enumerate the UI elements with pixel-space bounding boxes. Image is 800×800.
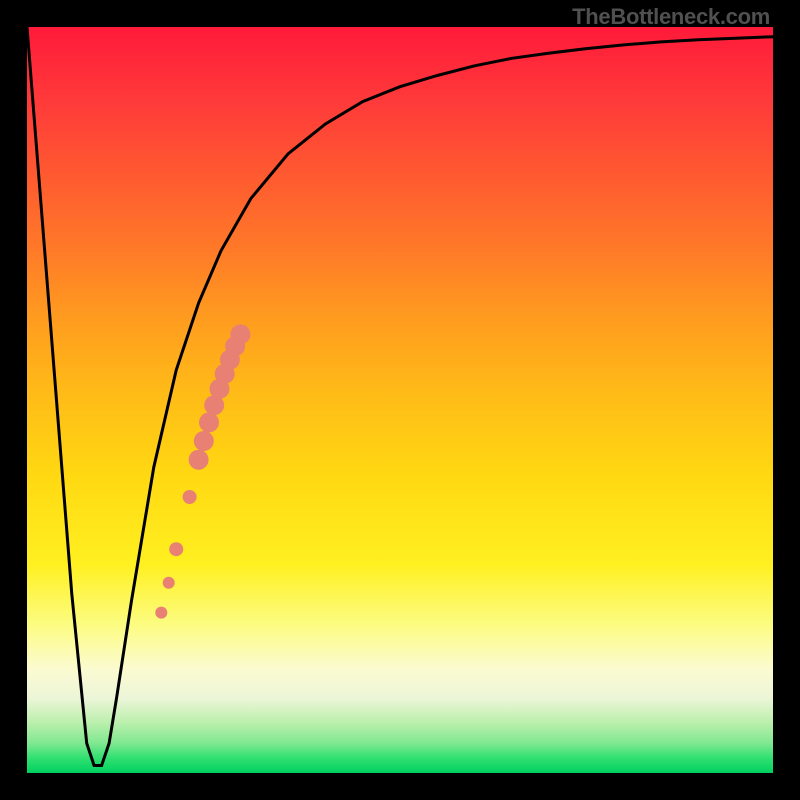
bottleneck-curve-path (27, 27, 773, 766)
highlight-marker (155, 607, 167, 619)
highlight-marker (183, 490, 197, 504)
chart-svg (27, 27, 773, 773)
highlight-marker (199, 412, 219, 432)
chart-container: TheBottleneck.com (0, 0, 800, 800)
highlight-markers (155, 324, 250, 618)
highlight-marker (169, 542, 183, 556)
highlight-marker (163, 577, 175, 589)
curve-line (27, 27, 773, 766)
highlight-marker (189, 450, 209, 470)
highlight-marker (230, 324, 250, 344)
highlight-marker (194, 431, 214, 451)
